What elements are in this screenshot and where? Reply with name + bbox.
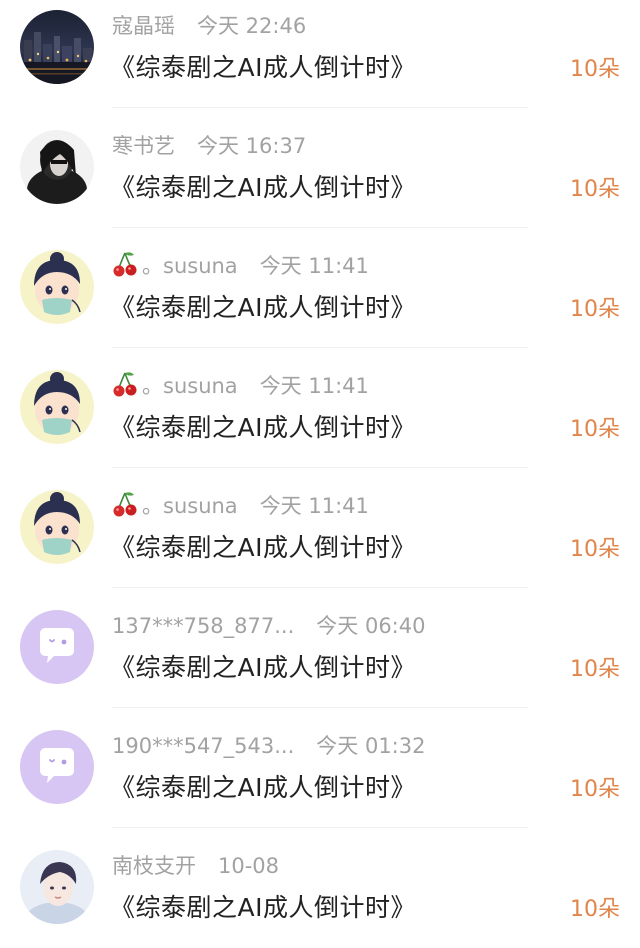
work-title[interactable]: 《综泰剧之AI成人倒计时》 <box>110 408 416 448</box>
username[interactable]: 190***547_543... <box>112 730 294 762</box>
item-meta: 。susuna 今天 11:41 <box>112 370 369 402</box>
username[interactable]: 南枝支开 <box>112 850 196 882</box>
username[interactable]: 。susuna <box>142 490 238 522</box>
timestamp: 今天 11:41 <box>259 494 369 518</box>
default-chat-bubble-icon <box>20 730 94 804</box>
avatar[interactable] <box>20 370 94 444</box>
work-title[interactable]: 《综泰剧之AI成人倒计时》 <box>110 48 416 88</box>
avatar[interactable] <box>20 250 94 324</box>
timestamp: 今天 16:37 <box>197 134 307 158</box>
item-meta: 寇晶瑶 今天 22:46 <box>112 10 306 42</box>
list-item[interactable]: 190***547_543... 今天 01:32 《综泰剧之AI成人倒计时》 1… <box>0 720 640 840</box>
divider <box>112 467 528 468</box>
portrait-photo-light-icon <box>20 850 94 924</box>
divider <box>112 347 528 348</box>
portrait-photo-dark-icon <box>20 130 94 204</box>
list-item[interactable]: 。susuna 今天 11:41 《综泰剧之AI成人倒计时》 10朵 <box>0 480 640 600</box>
list-item[interactable]: 南枝支开 10-08 《综泰剧之AI成人倒计时》 10朵 <box>0 840 640 948</box>
divider <box>112 707 528 708</box>
flower-count: 10朵 <box>570 57 620 82</box>
work-title[interactable]: 《综泰剧之AI成人倒计时》 <box>110 288 416 328</box>
work-title[interactable]: 《综泰剧之AI成人倒计时》 <box>110 888 416 928</box>
flower-count: 10朵 <box>570 297 620 322</box>
avatar[interactable] <box>20 850 94 924</box>
username[interactable]: 。susuna <box>142 250 238 282</box>
cartoon-boy-mask-icon <box>20 490 94 564</box>
cartoon-boy-mask-icon <box>20 370 94 444</box>
item-meta: 。susuna 今天 11:41 <box>112 250 369 282</box>
gift-record-list: 寇晶瑶 今天 22:46 《综泰剧之AI成人倒计时》 10朵 寒书艺 今天 16:3… <box>0 0 640 948</box>
divider <box>112 107 528 108</box>
timestamp: 今天 11:41 <box>259 254 369 278</box>
flower-count: 10朵 <box>570 177 620 202</box>
username[interactable]: 137***758_877... <box>112 610 294 642</box>
flower-count: 10朵 <box>570 897 620 922</box>
list-item[interactable]: 寇晶瑶 今天 22:46 《综泰剧之AI成人倒计时》 10朵 <box>0 0 640 120</box>
divider <box>112 587 528 588</box>
avatar[interactable] <box>20 130 94 204</box>
timestamp: 今天 22:46 <box>197 14 307 38</box>
timestamp: 今天 01:32 <box>316 734 426 758</box>
username[interactable]: 寇晶瑶 <box>112 10 175 42</box>
city-night-photo-icon <box>20 10 94 84</box>
list-item[interactable]: 。susuna 今天 11:41 《综泰剧之AI成人倒计时》 10朵 <box>0 240 640 360</box>
item-meta: 190***547_543... 今天 01:32 <box>112 730 425 762</box>
divider <box>112 827 528 828</box>
avatar[interactable] <box>20 10 94 84</box>
item-meta: 南枝支开 10-08 <box>112 850 279 882</box>
item-meta: 137***758_877... 今天 06:40 <box>112 610 425 642</box>
divider <box>112 227 528 228</box>
username[interactable]: 寒书艺 <box>112 130 175 162</box>
flower-count: 10朵 <box>570 657 620 682</box>
item-meta: 。susuna 今天 11:41 <box>112 490 369 522</box>
cherry-icon <box>112 370 138 402</box>
list-item[interactable]: 寒书艺 今天 16:37 《综泰剧之AI成人倒计时》 10朵 <box>0 120 640 240</box>
work-title[interactable]: 《综泰剧之AI成人倒计时》 <box>110 528 416 568</box>
cherry-icon <box>112 250 138 282</box>
work-title[interactable]: 《综泰剧之AI成人倒计时》 <box>110 168 416 208</box>
list-item[interactable]: 。susuna 今天 11:41 《综泰剧之AI成人倒计时》 10朵 <box>0 360 640 480</box>
default-chat-bubble-icon <box>20 610 94 684</box>
avatar[interactable] <box>20 610 94 684</box>
flower-count: 10朵 <box>570 777 620 802</box>
flower-count: 10朵 <box>570 537 620 562</box>
cartoon-boy-mask-icon <box>20 250 94 324</box>
flower-count: 10朵 <box>570 417 620 442</box>
timestamp: 今天 06:40 <box>316 614 426 638</box>
timestamp: 10-08 <box>218 854 280 878</box>
avatar[interactable] <box>20 490 94 564</box>
username[interactable]: 。susuna <box>142 370 238 402</box>
item-meta: 寒书艺 今天 16:37 <box>112 130 306 162</box>
avatar[interactable] <box>20 730 94 804</box>
cherry-icon <box>112 490 138 522</box>
work-title[interactable]: 《综泰剧之AI成人倒计时》 <box>110 648 416 688</box>
work-title[interactable]: 《综泰剧之AI成人倒计时》 <box>110 768 416 808</box>
list-item[interactable]: 137***758_877... 今天 06:40 《综泰剧之AI成人倒计时》 1… <box>0 600 640 720</box>
timestamp: 今天 11:41 <box>259 374 369 398</box>
